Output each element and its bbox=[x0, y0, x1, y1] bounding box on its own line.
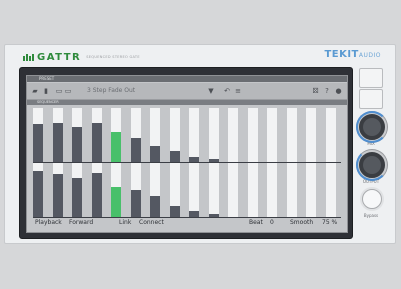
step-level-bar bbox=[131, 138, 141, 162]
step-level-bar bbox=[111, 187, 121, 217]
sequencer-step[interactable] bbox=[306, 163, 316, 217]
sequencer-row-bottom bbox=[33, 163, 341, 217]
status-bar: Playback Forward Link Connect Beat 0 Smo… bbox=[27, 214, 347, 232]
preset-strip-label: PRESET bbox=[39, 76, 55, 81]
brand-name: GATTR bbox=[37, 51, 82, 63]
sequencer-step[interactable] bbox=[53, 108, 63, 162]
display-frame: PRESET ▰ ▮ ▭ ▭ 3 Step Fade Out ▼ ↶ ≡ ⚄ ?… bbox=[19, 67, 353, 239]
sequencer-step[interactable] bbox=[209, 163, 219, 217]
sequencer-step[interactable] bbox=[131, 163, 141, 217]
beat-label: Beat bbox=[249, 219, 263, 226]
step-level-bar bbox=[92, 173, 102, 217]
sequencer-step[interactable] bbox=[53, 163, 63, 217]
bypass-button[interactable] bbox=[362, 189, 382, 209]
sequencer-step[interactable] bbox=[228, 163, 238, 217]
sequencer-step[interactable] bbox=[326, 163, 336, 217]
sequencer-step[interactable] bbox=[111, 108, 121, 162]
paste-icon[interactable]: ▭ bbox=[64, 87, 72, 95]
redo-icon[interactable]: ≡ bbox=[234, 87, 242, 95]
output-knob[interactable] bbox=[356, 149, 388, 181]
preset-name[interactable]: 3 Step Fade Out bbox=[87, 87, 135, 95]
sequencer-step[interactable] bbox=[92, 108, 102, 162]
preset-strip: PRESET bbox=[27, 76, 347, 82]
plugin-window: GATTR SEQUENCED STEREO GATE TEKITAUDIO P… bbox=[4, 44, 396, 244]
settings-icon[interactable]: ? bbox=[323, 87, 331, 95]
smooth-label: Smooth bbox=[290, 219, 314, 226]
vendor-name: TEKIT bbox=[324, 49, 359, 60]
brand-logo-icon bbox=[23, 53, 34, 61]
sequencer-step[interactable] bbox=[92, 163, 102, 217]
step-level-bar bbox=[53, 174, 63, 217]
smooth-value[interactable]: 75 % bbox=[322, 214, 337, 232]
step-level-bar bbox=[33, 171, 43, 217]
sequencer-step[interactable] bbox=[150, 108, 160, 162]
sequencer-step[interactable] bbox=[189, 163, 199, 217]
sequencer-step[interactable] bbox=[33, 108, 43, 162]
step-level-bar bbox=[170, 151, 180, 162]
dropdown-arrow-icon[interactable]: ▼ bbox=[207, 87, 215, 95]
step-level-bar bbox=[150, 146, 160, 162]
side-controls: MIX OUTPUT Bypass bbox=[356, 67, 388, 237]
step-level-bar bbox=[111, 132, 121, 162]
help-icon[interactable]: ● bbox=[334, 87, 343, 95]
sequencer-row-top bbox=[33, 108, 341, 162]
sequencer-step[interactable] bbox=[267, 108, 277, 162]
sequencer-step[interactable] bbox=[326, 108, 336, 162]
sequencer-step[interactable] bbox=[306, 108, 316, 162]
preset-toolbar: ▰ ▮ ▭ ▭ 3 Step Fade Out ▼ ↶ ≡ ⚄ ? ● bbox=[27, 83, 347, 100]
sequencer-step[interactable] bbox=[72, 163, 82, 217]
vendor-logo: TEKITAUDIO bbox=[324, 49, 381, 60]
randomize-icon[interactable]: ⚄ bbox=[311, 87, 320, 95]
sequencer-screen: PRESET ▰ ▮ ▭ ▭ 3 Step Fade Out ▼ ↶ ≡ ⚄ ?… bbox=[26, 75, 348, 233]
sequencer-step[interactable] bbox=[111, 163, 121, 217]
sequencer-strip: SEQUENCER bbox=[27, 100, 347, 105]
sequencer-step[interactable] bbox=[189, 108, 199, 162]
sequencer-step[interactable] bbox=[267, 163, 277, 217]
step-level-bar bbox=[72, 178, 82, 217]
sequencer-step[interactable] bbox=[150, 163, 160, 217]
sequencer-step[interactable] bbox=[287, 108, 297, 162]
sequencer-step[interactable] bbox=[131, 108, 141, 162]
sequencer-step[interactable] bbox=[209, 108, 219, 162]
save-icon[interactable]: ▮ bbox=[43, 87, 49, 95]
link-label: Link bbox=[119, 219, 132, 226]
brand-subtitle: SEQUENCED STEREO GATE bbox=[86, 55, 140, 59]
sequencer-step[interactable] bbox=[170, 108, 180, 162]
link-value[interactable]: Connect bbox=[139, 214, 164, 232]
mix-knob[interactable] bbox=[356, 111, 388, 143]
sequencer-strip-label: SEQUENCER bbox=[37, 100, 59, 104]
folder-icon[interactable]: ▰ bbox=[31, 87, 39, 95]
sequencer-step[interactable] bbox=[248, 163, 258, 217]
sequencer-step[interactable] bbox=[287, 163, 297, 217]
step-level-bar bbox=[72, 127, 82, 162]
beat-value[interactable]: 0 bbox=[270, 214, 274, 232]
step-level-bar bbox=[33, 124, 43, 162]
playback-label: Playback bbox=[35, 219, 62, 226]
side-button-middle[interactable] bbox=[359, 89, 383, 109]
sequencer-step[interactable] bbox=[248, 108, 258, 162]
undo-icon[interactable]: ↶ bbox=[223, 87, 231, 95]
sequencer-step[interactable] bbox=[228, 108, 238, 162]
playback-value[interactable]: Forward bbox=[69, 214, 93, 232]
sequencer-step[interactable] bbox=[170, 163, 180, 217]
vendor-suffix: AUDIO bbox=[358, 52, 381, 59]
step-level-bar bbox=[131, 190, 141, 217]
copy-icon[interactable]: ▭ bbox=[55, 87, 63, 95]
step-level-bar bbox=[92, 123, 102, 162]
bypass-label: Bypass bbox=[363, 213, 379, 218]
sequencer-step[interactable] bbox=[72, 108, 82, 162]
brand: GATTR SEQUENCED STEREO GATE bbox=[23, 50, 140, 64]
step-level-bar bbox=[53, 123, 63, 162]
sequencer-step[interactable] bbox=[33, 163, 43, 217]
side-button-top[interactable] bbox=[359, 68, 383, 88]
